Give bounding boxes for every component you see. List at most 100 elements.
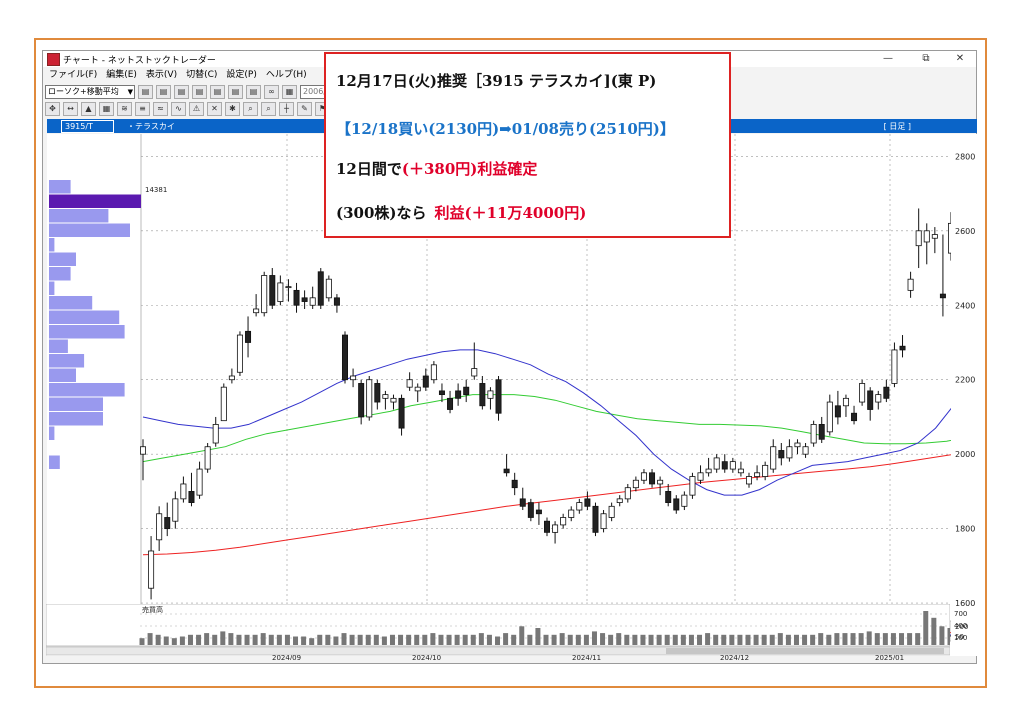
volume-profile-bar xyxy=(49,426,55,440)
chart-tool-1-icon[interactable]: ▤ xyxy=(138,85,153,99)
volume-bar xyxy=(414,634,420,645)
volume-bar xyxy=(478,633,484,645)
zoom-icon[interactable]: ⌕ xyxy=(243,102,258,116)
volume-bar xyxy=(907,633,913,645)
candle-body xyxy=(430,364,437,381)
volume-bar xyxy=(244,634,250,645)
cursor-cross-icon[interactable]: ┼ xyxy=(279,102,294,116)
volume-profile-label: 14381 xyxy=(145,186,167,194)
candle-body xyxy=(859,383,866,403)
candle-body xyxy=(148,550,155,589)
menu-edit[interactable]: 編集(E) xyxy=(106,70,137,80)
candle-body xyxy=(309,297,316,306)
candle-body xyxy=(543,520,550,533)
candle-body xyxy=(269,275,276,306)
volume-bar xyxy=(761,634,767,645)
volume-bar xyxy=(454,634,460,645)
wave-icon[interactable]: ∿ xyxy=(171,102,186,116)
volume-bar xyxy=(398,634,404,645)
volume-bar xyxy=(842,633,848,645)
close-button[interactable]: ✕ xyxy=(945,52,975,66)
stock-code[interactable]: 3915/T xyxy=(61,120,114,133)
volume-bar xyxy=(171,638,177,645)
y-tick-1: 1800 xyxy=(955,525,975,534)
zoom-search-icon[interactable]: ⌕ xyxy=(261,102,276,116)
volume-bar xyxy=(600,633,606,645)
volume-bar xyxy=(196,634,202,645)
candle-body xyxy=(277,282,284,302)
chart-tool-6-icon[interactable]: ▤ xyxy=(228,85,243,99)
candle-body xyxy=(204,446,211,470)
volume-bar xyxy=(680,634,686,645)
volume-bar xyxy=(632,634,638,645)
chart-tool-5-icon[interactable]: ▤ xyxy=(210,85,225,99)
volume-bar xyxy=(551,634,557,645)
volume-bar xyxy=(608,634,614,645)
mark-icon[interactable]: ▲ xyxy=(81,102,96,116)
menu-view[interactable]: 表示(V) xyxy=(146,70,177,80)
volume-profile-bar xyxy=(49,397,103,411)
indicator-select[interactable]: ローソク+移動平均 ▼ xyxy=(45,85,135,99)
volume-profile-bar xyxy=(49,238,55,252)
cross-icon[interactable]: ✕ xyxy=(207,102,222,116)
candle-body xyxy=(842,397,849,407)
candle-body xyxy=(293,289,300,306)
volume-bar xyxy=(721,634,727,645)
chart-mark-icon[interactable]: ✱ xyxy=(225,102,240,116)
volume-title: 売買高 xyxy=(142,605,163,614)
volume-bar xyxy=(802,634,808,645)
volume-bar xyxy=(616,633,622,645)
volume-bar xyxy=(745,634,751,645)
ma2-icon[interactable]: ≈ xyxy=(153,102,168,116)
candle-body xyxy=(341,334,348,381)
shift-icon[interactable]: ↔ xyxy=(63,102,78,116)
volume-bar xyxy=(163,636,169,645)
candle-body xyxy=(285,286,292,289)
candle-body xyxy=(535,509,542,515)
bb-icon[interactable]: ≡ xyxy=(135,102,150,116)
chart-tool-3-icon[interactable]: ▤ xyxy=(174,85,189,99)
candle-body xyxy=(802,446,809,455)
chart-tool-4-icon[interactable]: ▤ xyxy=(192,85,207,99)
volume-bar xyxy=(850,633,856,645)
volume-bar xyxy=(543,634,549,645)
chart-tool-7-icon[interactable]: ▤ xyxy=(246,85,261,99)
candle-body xyxy=(568,509,575,518)
app-icon xyxy=(47,53,60,66)
candle-body xyxy=(495,379,502,414)
volume-bar xyxy=(357,634,363,645)
candle-body xyxy=(188,491,195,503)
y-tick-5: 2600 xyxy=(955,227,975,236)
candle-body xyxy=(923,230,930,243)
restore-button[interactable]: ⧉ xyxy=(911,52,941,66)
candle-body xyxy=(939,293,946,299)
window-title: チャート - ネットストックトレーダー xyxy=(63,56,216,66)
candle-body xyxy=(350,375,357,381)
warning-icon[interactable]: ⚠ xyxy=(189,102,204,116)
candle-body xyxy=(228,375,235,381)
menu-settings[interactable]: 設定(P) xyxy=(226,70,256,80)
candle-body xyxy=(180,483,187,500)
volume-bar xyxy=(381,636,387,645)
volume-bar xyxy=(333,636,339,645)
candle-body xyxy=(665,491,672,503)
volume-bar xyxy=(874,633,880,645)
minimize-button[interactable]: — xyxy=(873,52,903,66)
pencil-icon[interactable]: ✎ xyxy=(297,102,312,116)
candle-body xyxy=(414,386,421,392)
candle-body xyxy=(471,368,478,377)
grid-icon[interactable]: ▦ xyxy=(99,102,114,116)
menu-file[interactable]: ファイル(F) xyxy=(49,70,97,80)
period-mode[interactable]: [ 日足 ] xyxy=(884,121,911,132)
candle-body xyxy=(810,423,817,444)
volume-bar xyxy=(882,633,888,645)
link-icon[interactable]: ∞ xyxy=(264,85,279,99)
move-icon[interactable]: ✥ xyxy=(45,102,60,116)
volume-profile-bar xyxy=(49,368,76,382)
chart-tool-2-icon[interactable]: ▤ xyxy=(156,85,171,99)
ma-icon[interactable]: ≋ xyxy=(117,102,132,116)
indicator-select-value: ローソク+移動平均 xyxy=(48,87,119,96)
menu-help[interactable]: ヘルプ(H) xyxy=(266,70,307,80)
menu-switch[interactable]: 切替(C) xyxy=(186,70,217,80)
calendar-icon[interactable]: ▦ xyxy=(282,85,297,99)
